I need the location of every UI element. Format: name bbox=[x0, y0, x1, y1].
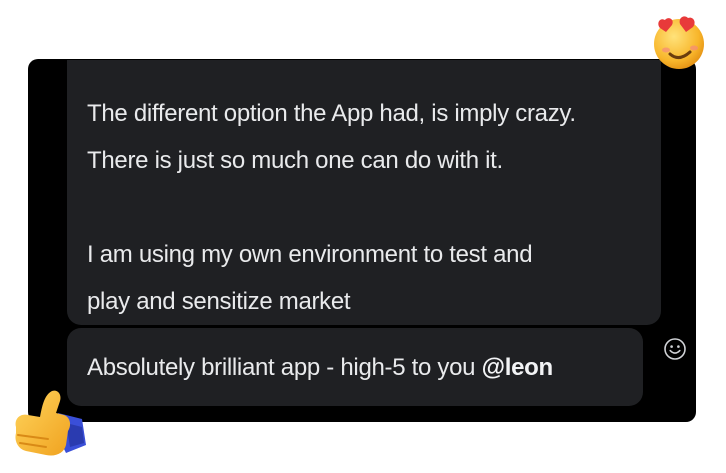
user-mention[interactable]: @leon bbox=[482, 354, 554, 381]
message-line: There is just so much one can do with it… bbox=[87, 147, 503, 174]
message-bubble: The different option the App had, is imp… bbox=[67, 60, 661, 325]
chat-screenshot: The different option the App had, is imp… bbox=[0, 0, 726, 473]
message-line: The different option the App had, is imp… bbox=[87, 100, 576, 127]
reply-body: Absolutely brilliant app - high-5 to you bbox=[87, 354, 482, 381]
thumbs-up-emoji-icon bbox=[6, 383, 88, 463]
message-line: I am using my own environment to test an… bbox=[87, 241, 533, 268]
smiley-face-icon[interactable] bbox=[663, 337, 687, 361]
heart-eyes-emoji-icon bbox=[646, 10, 708, 72]
reply-text: Absolutely brilliant app - high-5 to you… bbox=[87, 354, 553, 382]
message-text: The different option the App had, is imp… bbox=[87, 90, 657, 325]
message-line: play and sensitize market bbox=[87, 288, 351, 315]
reply-bubble: Absolutely brilliant app - high-5 to you… bbox=[67, 328, 643, 406]
